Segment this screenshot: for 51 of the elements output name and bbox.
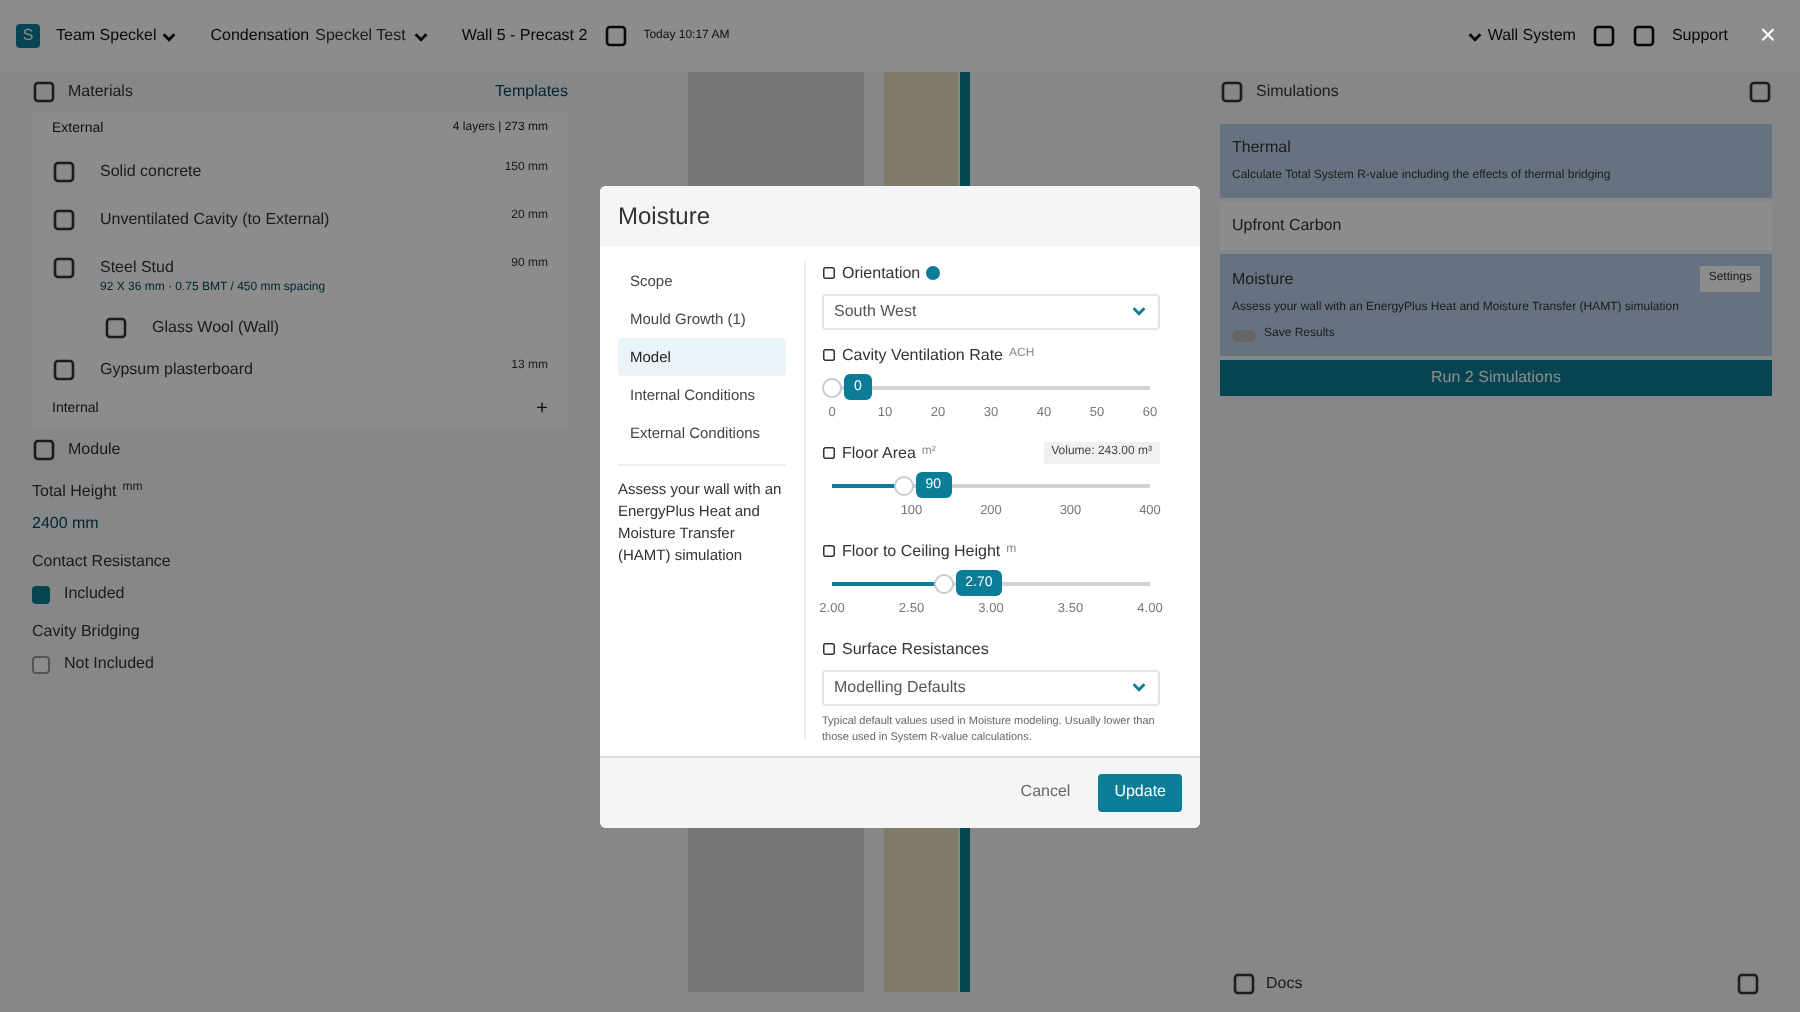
close-button[interactable]: × [1759,20,1776,48]
slider-thumb[interactable] [933,573,954,593]
chevron-icon [160,27,179,45]
cancel-button[interactable]: Cancel [1020,780,1071,804]
simulation-card[interactable]: Upfront Carbon [1220,202,1772,250]
field-label: Cavity Ventilation Rate [842,343,1003,367]
layer-name[interactable]: Glass Wool (Wall) [152,315,280,339]
field-label: Floor to Ceiling Height [842,539,1001,563]
total-height-value: 2400 mm [32,512,101,536]
panel-title: Module [68,438,121,462]
support-button[interactable]: Support [1671,24,1728,48]
field-label: Floor Area [842,441,916,465]
layer-name[interactable]: Unventilated Cavity (to External) [100,207,330,231]
slider-thumb[interactable] [893,475,914,495]
field-label: Orientation [842,261,921,285]
docs-link[interactable]: Docs [1266,972,1303,996]
dialog-title: Moisture [618,199,711,233]
update-button[interactable]: Update [1098,773,1182,811]
team-menu[interactable]: Team Speckel [56,24,179,48]
select-field[interactable]: South West [822,293,1160,329]
layer-name[interactable]: Steel Stud [100,255,326,279]
simulation-title: Upfront Carbon [1232,214,1342,238]
panel-title: Simulations [1256,80,1339,104]
app-logo[interactable]: S [16,24,40,48]
layer-name[interactable]: Solid concrete [100,159,202,183]
chevron-icon [1465,27,1484,45]
checkbox[interactable] [32,585,50,603]
checkbox-label: Included [64,582,125,606]
layer-name[interactable]: Gypsum plasterboard [100,357,253,381]
chevron-icon [411,27,430,45]
field-label: Cavity Bridging [32,620,142,644]
select-field[interactable]: Modelling Defaults [822,669,1160,705]
field-label: Total Height [32,480,117,504]
checkbox[interactable] [32,655,50,673]
checkbox-label: Not Included [64,652,154,676]
templates-link[interactable]: Templates [495,80,568,104]
simulation-title: Moisture [1232,267,1294,291]
field-label: Contact Resistance [32,550,173,574]
add-button[interactable]: + [536,399,548,420]
help-icon[interactable] [926,266,941,280]
simulation-title: Thermal [1232,136,1291,160]
system-menu[interactable]: Wall System [1465,24,1576,48]
field-label: Surface Resistances [842,637,989,661]
slider-thumb[interactable] [822,377,842,397]
wall-name: Wall 5 - Precast 2 [461,24,588,48]
panel-title: Materials [68,80,133,104]
chevron-icon [1130,302,1148,320]
chevron-icon [1130,678,1148,696]
project-menu[interactable]: Condensation Speckel Test [210,24,430,48]
toggle-switch[interactable] [1232,329,1256,341]
run-button[interactable]: Run 2 Simulations [1220,360,1772,396]
